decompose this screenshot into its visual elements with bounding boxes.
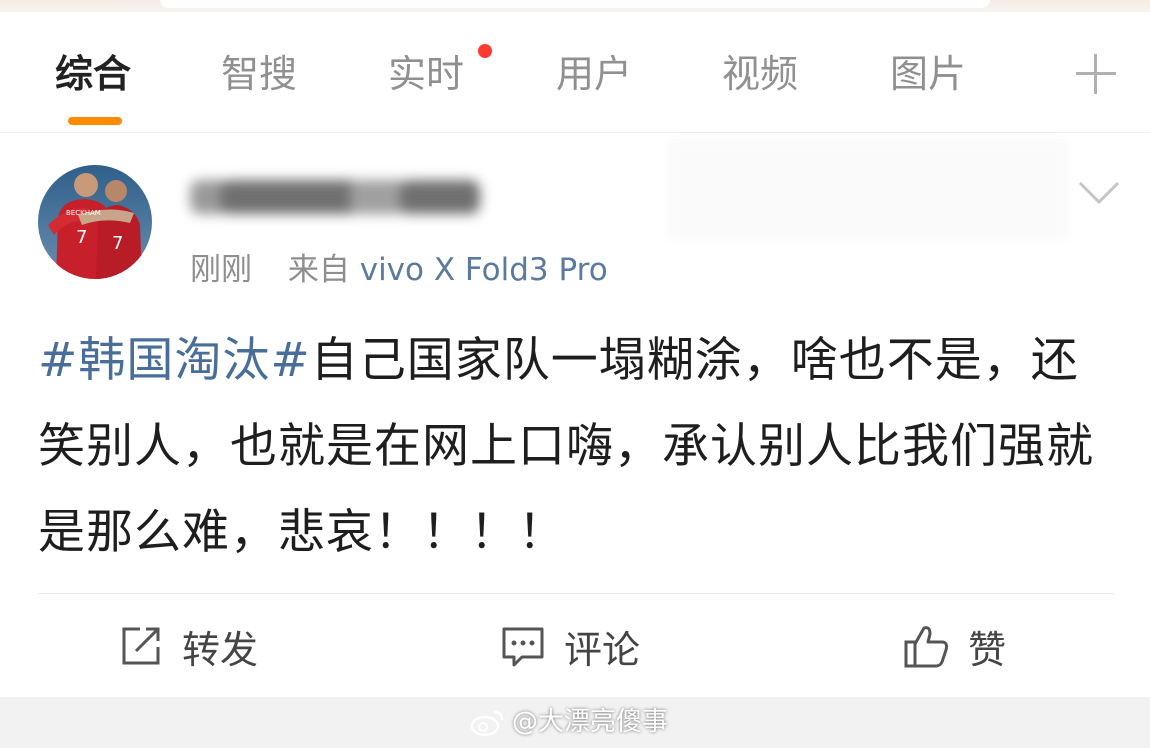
tab-comprehensive[interactable]: 综合 — [55, 50, 131, 98]
repost-icon — [122, 627, 160, 665]
like-button[interactable]: 赞 — [902, 618, 1006, 674]
search-box-edge[interactable] — [160, 0, 990, 8]
chevron-down-icon[interactable] — [1078, 180, 1120, 206]
username-blurred[interactable] — [180, 172, 490, 224]
avatar-image: BECKHAM 7 7 — [38, 165, 152, 279]
post-meta: 刚刚 来自 vivo X Fold3 Pro — [190, 248, 608, 292]
jersey-name: BECKHAM — [66, 209, 101, 217]
plus-icon[interactable] — [1074, 52, 1118, 96]
tab-videos[interactable]: 视频 — [722, 50, 798, 98]
post-hashtag[interactable]: #韩国淘汰# — [38, 333, 311, 388]
jersey-number-2: 7 — [112, 233, 123, 254]
active-tab-indicator — [68, 117, 122, 125]
search-tabs: 综合 智搜 实时 用户 视频 图片 — [0, 14, 1150, 133]
jersey-number-1: 7 — [76, 227, 87, 248]
post-content: #韩国淘汰#自己国家队一塌糊涂，啥也不是，还笑别人，也就是在网上口嗨，承认别人比… — [38, 318, 1118, 576]
thumbs-up-icon — [904, 626, 948, 668]
comment-label: 评论 — [564, 627, 641, 672]
post-source-prefix: 来自 — [287, 252, 350, 288]
tab-users[interactable]: 用户 — [556, 50, 632, 98]
post-time: 刚刚 — [190, 252, 252, 288]
post-device[interactable]: vivo X Fold3 Pro — [360, 252, 608, 288]
like-label: 赞 — [968, 627, 1007, 672]
divider — [38, 593, 1114, 594]
search-bar-strip — [0, 0, 1150, 12]
repost-label: 转发 — [182, 627, 259, 672]
watermark-text: @大漂亮傻事 — [512, 707, 669, 737]
blurred-region — [668, 140, 1068, 240]
comment-icon — [502, 627, 544, 667]
avatar[interactable]: BECKHAM 7 7 — [38, 165, 152, 279]
comment-button[interactable]: 评论 — [500, 618, 640, 674]
tab-realtime[interactable]: 实时 — [388, 50, 464, 98]
tab-images[interactable]: 图片 — [890, 50, 966, 98]
weibo-logo-icon — [470, 710, 504, 737]
repost-button[interactable]: 转发 — [118, 618, 258, 674]
watermark: @大漂亮傻事 — [470, 702, 668, 742]
tab-smart-search[interactable]: 智搜 — [221, 50, 297, 98]
realtime-badge-dot — [478, 44, 492, 58]
